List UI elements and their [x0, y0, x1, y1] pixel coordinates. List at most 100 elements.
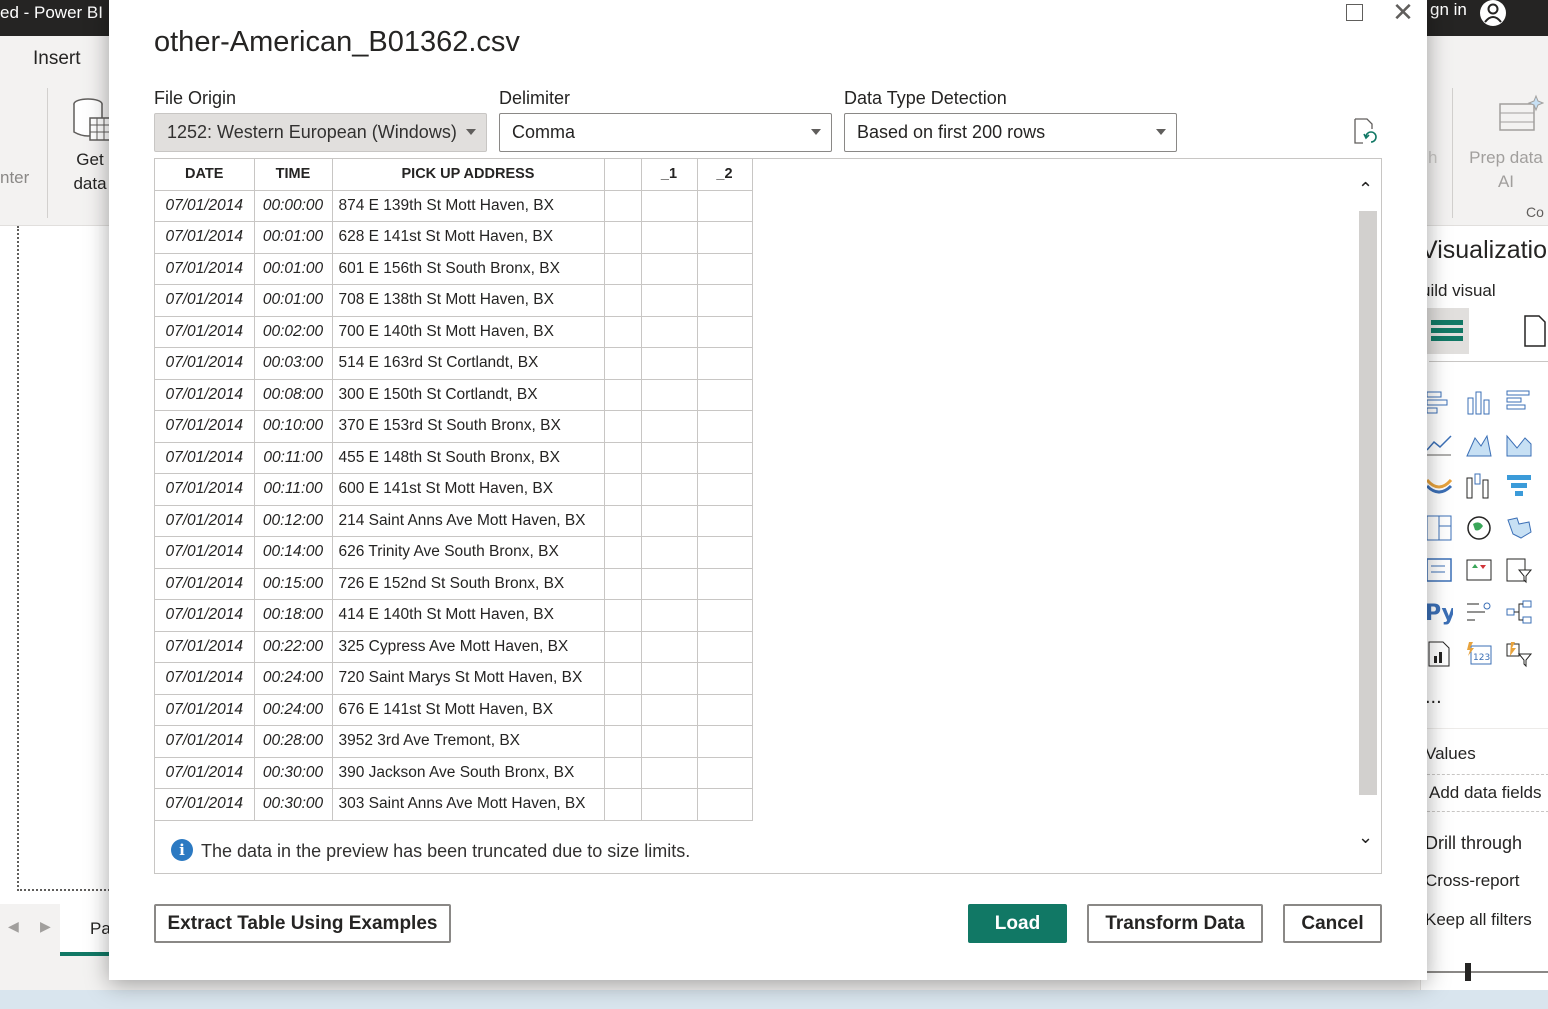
table-cell-addr: 600 E 141st St Mott Haven, BX — [332, 473, 605, 506]
column-header: _1 — [641, 159, 698, 191]
table-cell-time: 00:01:00 — [254, 221, 333, 254]
table-cell-time: 00:12:00 — [254, 505, 333, 537]
table-cell-empty — [641, 410, 698, 443]
scroll-down-icon[interactable]: ⌄ — [1358, 827, 1373, 848]
slicer-icon[interactable] — [1505, 556, 1533, 584]
zoom-slider[interactable] — [1425, 971, 1548, 973]
stacked-area-chart-icon[interactable] — [1505, 430, 1533, 458]
prep-data-ai-icon[interactable] — [1498, 94, 1544, 136]
close-icon[interactable]: ✕ — [1389, 0, 1417, 26]
table-cell-date: 07/01/2014 — [155, 410, 255, 443]
clustered-bar-chart-icon[interactable] — [1505, 388, 1533, 416]
treemap-icon[interactable] — [1425, 514, 1453, 542]
table-cell-empty — [697, 379, 753, 411]
tab-insert[interactable]: Insert — [33, 48, 81, 70]
cancel-button[interactable]: Cancel — [1283, 904, 1382, 943]
table-cell-empty — [604, 190, 642, 222]
kpi-icon[interactable] — [1465, 556, 1493, 584]
table-row: 07/01/2014 00:02:00 700 E 140th St Mott Ha… — [155, 316, 753, 348]
table-cell-empty — [641, 725, 698, 758]
paginated-report-icon[interactable] — [1425, 640, 1453, 668]
decomposition-tree-icon[interactable] — [1505, 598, 1533, 626]
waterfall-chart-icon[interactable] — [1465, 472, 1493, 500]
table-cell-empty — [697, 221, 753, 254]
table-cell-empty — [641, 757, 698, 789]
prev-page-icon[interactable]: ◀ — [8, 918, 19, 935]
user-avatar-icon[interactable] — [1478, 0, 1508, 26]
add-data-fields-well[interactable]: Add data fields — [1427, 774, 1548, 812]
table-cell-date: 07/01/2014 — [155, 599, 255, 632]
file-origin-label: File Origin — [154, 88, 237, 108]
table-row: 07/01/2014 00:24:00 676 E 141st St Mott Ha… — [155, 694, 753, 726]
table-cell-date: 07/01/2014 — [155, 536, 255, 569]
table-cell-date: 07/01/2014 — [155, 662, 255, 695]
column-header: DATE — [155, 159, 255, 191]
table-cell-empty — [604, 473, 642, 506]
table-cell-empty — [697, 442, 753, 474]
column-header: TIME — [254, 159, 333, 191]
python-visual-icon[interactable]: Py — [1425, 598, 1453, 626]
data-type-detection-label: Data Type Detection — [844, 88, 1007, 108]
csv-import-dialog: other-American_B01362.csv ✕ File Origin … — [109, 0, 1427, 980]
load-button[interactable]: Load — [968, 904, 1067, 943]
build-visual-icon[interactable] — [1425, 308, 1469, 354]
maximize-icon[interactable] — [1346, 4, 1363, 21]
table-cell-empty — [641, 316, 698, 348]
table-cell-time: 00:03:00 — [254, 347, 333, 380]
table-row: 07/01/2014 00:11:00 600 E 141st St Mott Ha… — [155, 473, 753, 506]
vertical-scrollbar[interactable]: ⌃ ⌄ — [1355, 159, 1381, 873]
extract-table-button[interactable]: Extract Table Using Examples — [154, 904, 451, 943]
filled-map-icon[interactable] — [1505, 514, 1533, 542]
table-cell-time: 00:22:00 — [254, 631, 333, 663]
smart-narrative-icon[interactable]: 123 — [1465, 640, 1493, 668]
map-icon[interactable] — [1465, 514, 1493, 542]
table-cell-empty — [641, 284, 698, 317]
table-cell-empty — [604, 568, 642, 600]
table-row: 07/01/2014 00:30:00 390 Jackson Ave South … — [155, 757, 753, 789]
power-automate-icon[interactable] — [1505, 640, 1533, 668]
refresh-preview-icon[interactable] — [1352, 117, 1378, 145]
card-icon[interactable] — [1425, 556, 1453, 584]
table-row: 07/01/2014 00:03:00 514 E 163rd St Cortlan… — [155, 347, 753, 380]
keep-all-filters-label: Keep all filters — [1425, 910, 1532, 929]
table-cell-empty — [641, 253, 698, 285]
table-cell-time: 00:30:00 — [254, 788, 333, 821]
table-cell-empty — [697, 284, 753, 317]
scrollbar-thumb[interactable] — [1359, 211, 1377, 795]
table-cell-addr: 3952 3rd Ave Tremont, BX — [332, 725, 605, 758]
table-cell-addr: 303 Saint Anns Ave Mott Haven, BX — [332, 788, 605, 821]
format-visual-icon[interactable] — [1521, 314, 1548, 348]
funnel-chart-icon[interactable] — [1505, 472, 1533, 500]
data-type-detection-select[interactable]: Based on first 200 rows — [844, 113, 1177, 152]
sign-in-link[interactable]: gn in — [1430, 0, 1467, 20]
table-cell-empty — [604, 757, 642, 789]
table-cell-empty — [697, 253, 753, 285]
svg-text:Py: Py — [1425, 601, 1453, 626]
table-cell-addr: 325 Cypress Ave Mott Haven, BX — [332, 631, 605, 663]
transform-data-button[interactable]: Transform Data — [1087, 904, 1263, 943]
zoom-slider-thumb[interactable] — [1465, 963, 1471, 981]
table-cell-empty — [641, 599, 698, 632]
more-visuals-icon[interactable]: ... — [1425, 686, 1442, 709]
file-origin-select[interactable]: 1252: Western European (Windows) — [154, 113, 487, 152]
table-cell-empty — [697, 694, 753, 726]
line-chart-icon[interactable] — [1425, 430, 1453, 458]
stacked-bar-chart-icon[interactable] — [1425, 388, 1453, 416]
key-influencers-icon[interactable] — [1465, 598, 1493, 626]
table-cell-time: 00:08:00 — [254, 379, 333, 411]
area-chart-icon[interactable] — [1465, 430, 1493, 458]
enter-data-label[interactable]: nter — [0, 168, 29, 188]
table-cell-addr: 628 E 141st St Mott Haven, BX — [332, 221, 605, 254]
prep-data-ai-button[interactable]: Prep data AI — [1462, 146, 1548, 194]
table-cell-empty — [641, 536, 698, 569]
stacked-column-chart-icon[interactable] — [1465, 388, 1493, 416]
table-cell-addr: 708 E 138th St Mott Haven, BX — [332, 284, 605, 317]
scroll-up-icon[interactable]: ⌃ — [1358, 179, 1373, 200]
table-cell-time: 00:01:00 — [254, 253, 333, 285]
table-cell-empty — [604, 379, 642, 411]
next-page-icon[interactable]: ▶ — [40, 918, 51, 935]
data-preview: DATE TIME PICK UP ADDRESS _1 _2 07/01/20… — [154, 158, 1382, 874]
database-icon[interactable] — [70, 96, 114, 144]
ribbon-chart-icon[interactable] — [1425, 472, 1453, 500]
delimiter-select[interactable]: Comma — [499, 113, 832, 152]
